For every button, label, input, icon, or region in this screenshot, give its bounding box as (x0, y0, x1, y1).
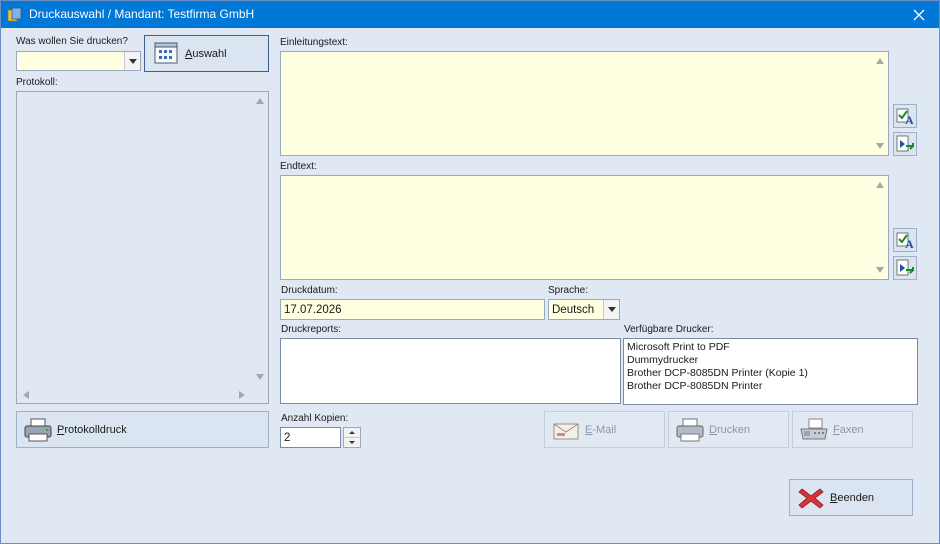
endtext-textarea[interactable] (280, 175, 889, 280)
einleitung-edit-text-button[interactable]: A (893, 104, 917, 128)
insert-icon (896, 135, 914, 152)
druckreports-label: Druckreports: (281, 324, 342, 335)
window-title: Druckauswahl / Mandant: Testfirma GmbH (29, 7, 255, 21)
drucken-button-label: Drucken (709, 423, 750, 436)
beenden-button[interactable]: Beenden (789, 479, 913, 516)
email-icon (551, 417, 581, 443)
insert-icon (896, 259, 914, 276)
drucken-button[interactable]: Drucken (668, 411, 789, 448)
close-icon (913, 9, 925, 20)
scroll-up-arrow-icon[interactable] (876, 182, 884, 188)
spin-up-icon (349, 431, 355, 434)
email-button-label: E-Mail (585, 423, 617, 436)
printer-icon (23, 417, 53, 443)
chevron-down-icon (128, 58, 137, 64)
print-selection-icon (151, 41, 181, 67)
druckdatum-field[interactable]: 17.07.2026 (280, 299, 545, 320)
protokoll-vertical-scrollbar[interactable] (252, 92, 268, 403)
print-what-label: Was wollen Sie drucken? (16, 36, 128, 47)
scroll-up-arrow-icon[interactable] (876, 58, 884, 64)
svg-text:A: A (905, 113, 914, 127)
print-what-dropdown[interactable] (16, 51, 141, 71)
endtext-scrollbar[interactable] (872, 176, 888, 279)
title-bar: Druckauswahl / Mandant: Testfirma GmbH (1, 1, 939, 28)
endtext-edit-text-button[interactable]: A (893, 228, 917, 252)
faxen-button[interactable]: Faxen (792, 411, 913, 448)
printer-item[interactable]: Microsoft Print to PDF (627, 341, 914, 354)
close-button[interactable] (899, 1, 939, 28)
auswahl-button-label: Auswahl (185, 47, 227, 60)
druckreports-list[interactable] (280, 338, 621, 404)
spin-down-button[interactable] (344, 438, 360, 447)
dropdown-button[interactable] (603, 300, 619, 319)
endtext-label: Endtext: (280, 161, 317, 172)
einleitung-scrollbar[interactable] (872, 52, 888, 155)
app-icon (7, 7, 22, 22)
spin-up-button[interactable] (344, 428, 360, 438)
dropdown-button[interactable] (124, 52, 140, 70)
endtext-insert-button[interactable] (893, 256, 917, 280)
print-dialog-window: Druckauswahl / Mandant: Testfirma GmbH W… (0, 0, 940, 544)
protokoll-label: Protokoll: (16, 77, 58, 88)
protokolldruck-button[interactable]: Protokolldruck (16, 411, 269, 448)
scroll-down-arrow-icon[interactable] (256, 374, 264, 380)
printer-item[interactable]: Brother DCP-8085DN Printer (627, 380, 914, 393)
drucker-label: Verfügbare Drucker: (624, 324, 714, 335)
scroll-left-arrow-icon[interactable] (23, 391, 29, 399)
fax-icon (799, 417, 829, 443)
chevron-down-icon (607, 307, 616, 312)
cancel-icon (796, 485, 826, 511)
email-button[interactable]: E-Mail (544, 411, 665, 448)
scroll-down-arrow-icon[interactable] (876, 143, 884, 149)
sprache-dropdown[interactable]: Deutsch (548, 299, 620, 320)
kopien-input[interactable]: 2 (280, 427, 341, 448)
scroll-up-arrow-icon[interactable] (256, 98, 264, 104)
kopien-spinner[interactable] (343, 427, 361, 448)
printer-icon (675, 417, 705, 443)
protokoll-list[interactable] (16, 91, 269, 404)
text-edit-icon: A (896, 232, 914, 251)
druckdatum-label: Druckdatum: (281, 285, 338, 296)
sprache-label: Sprache: (548, 285, 589, 296)
einleitung-label: Einleitungstext: (280, 37, 348, 48)
spin-down-icon (349, 441, 355, 444)
svg-text:A: A (905, 237, 914, 251)
text-edit-icon: A (896, 108, 914, 127)
protokoll-horizontal-scrollbar[interactable] (17, 387, 252, 403)
drucker-list[interactable]: Microsoft Print to PDF Dummydrucker Brot… (623, 338, 918, 405)
faxen-button-label: Faxen (833, 423, 864, 436)
auswahl-button[interactable]: Auswahl (144, 35, 269, 72)
einleitung-textarea[interactable] (280, 51, 889, 156)
scroll-down-arrow-icon[interactable] (876, 267, 884, 273)
printer-item[interactable]: Dummydrucker (627, 354, 914, 367)
protokolldruck-button-label: Protokolldruck (57, 423, 127, 436)
printer-item[interactable]: Brother DCP-8085DN Printer (Kopie 1) (627, 367, 914, 380)
kopien-label: Anzahl Kopien: (281, 413, 349, 424)
einleitung-insert-button[interactable] (893, 132, 917, 156)
scroll-right-arrow-icon[interactable] (239, 391, 245, 399)
beenden-button-label: Beenden (830, 491, 875, 504)
